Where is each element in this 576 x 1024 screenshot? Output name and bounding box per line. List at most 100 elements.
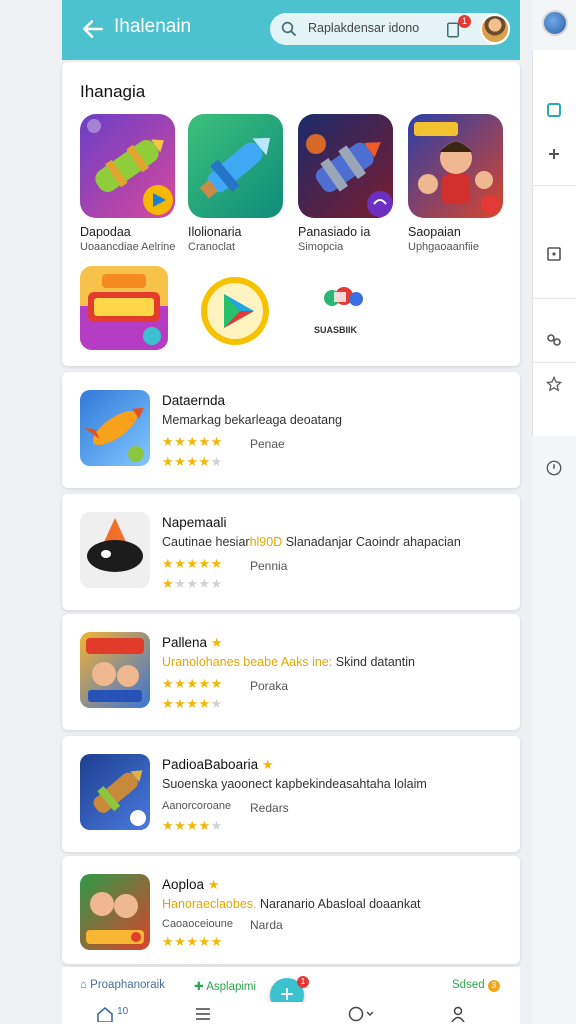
app-name: Napemaali [162, 515, 227, 530]
star-outline-icon[interactable] [532, 364, 576, 404]
star-rating: ★★★★★ [162, 434, 223, 450]
nav-profile[interactable] [450, 1006, 466, 1024]
star-empty-icon: ★ [210, 576, 223, 591]
star-empty-icon: ★ [210, 696, 223, 711]
avatar[interactable] [480, 14, 510, 44]
back-arrow-icon[interactable] [80, 16, 106, 42]
strip-link-right[interactable]: Sdsed 3 [452, 979, 500, 992]
app-description: Suoenska yaoonect kapbekindeasahtaha lol… [162, 777, 427, 791]
notification-badge: 1 [458, 15, 471, 28]
game-name: Panasiado ia [298, 225, 371, 239]
sub-star-rating: ★★★★★ [162, 576, 223, 592]
star-rating: ★★★★★ [162, 818, 223, 834]
link-icon[interactable] [532, 320, 576, 360]
nav-list[interactable] [194, 1006, 212, 1024]
game-subtitle: Uphgaoaanfiie [408, 241, 479, 253]
star-filled-icon: ★ [198, 434, 211, 449]
star-filled-icon: ★ [174, 454, 187, 469]
app-name: Pallena ★ [162, 635, 223, 650]
star-filled-icon: ★ [198, 676, 211, 691]
featured-section: Ihanagia Dapodaa Uoaancdiae Aelrine Ilol… [62, 62, 520, 366]
app-name: PadioaBaboaria ★ [162, 757, 274, 772]
app-list-item[interactable]: Dataernda Memarkag bekarleaga deoatang ★… [62, 372, 520, 488]
game-icon [80, 114, 175, 218]
info-icon[interactable] [532, 448, 576, 488]
star-rating: ★★★★★ [162, 934, 223, 950]
star-filled-icon: ★ [162, 934, 175, 949]
game-name: Saopaian [408, 225, 461, 239]
game-name: Dapodaa [80, 225, 131, 239]
star-filled-icon: ★ [186, 676, 199, 691]
star-filled-icon: ★ [162, 454, 175, 469]
app-icon [80, 874, 150, 950]
search-icon [281, 21, 296, 36]
featured-game[interactable]: Panasiado ia Simopcia [298, 114, 398, 253]
play-store-icon[interactable] [198, 276, 272, 346]
star-filled-icon: ★ [162, 676, 175, 691]
featured-game[interactable]: Saopaian Uphgaoaanfiie [408, 114, 508, 253]
star-filled-icon: ★ [186, 818, 199, 833]
square-icon[interactable] [532, 90, 576, 130]
featured-game[interactable]: Dapodaa Uoaancdiae Aelrine [80, 114, 180, 253]
app-name: Dataernda [162, 393, 226, 408]
star-empty-icon: ★ [210, 818, 223, 833]
star-filled-icon: ★ [186, 556, 199, 571]
star-empty-icon: ★ [210, 454, 223, 469]
app-list-item[interactable]: Aoploa ★ Hanoraeclaobes. Naranario Abasl… [62, 856, 520, 964]
star-filled-icon: ★ [198, 454, 211, 469]
app-list-item[interactable]: Pallena ★ Uranolohanes beabe Aaks ine: S… [62, 614, 520, 730]
brand-label: SUASBIIK [314, 325, 358, 335]
star-filled-icon: ★ [162, 434, 175, 449]
sub-star-rating: ★★★★★ [162, 696, 223, 712]
star-filled-icon: ★ [186, 934, 199, 949]
app-description: Memarkag bekarleaga deoatang [162, 413, 342, 427]
rating-label: Poraka [250, 679, 289, 693]
star-filled-icon: ★ [174, 818, 187, 833]
game-icon [408, 114, 503, 218]
star-empty-icon: ★ [186, 576, 199, 591]
rating-label: Penae [250, 437, 285, 451]
app-name: Aoploa ★ [162, 877, 220, 892]
app-description: Hanoraeclaobes. Naranario Abasloal doaan… [162, 897, 421, 911]
dice-icon[interactable] [532, 234, 576, 274]
star-filled-icon: ★ [198, 818, 211, 833]
game-subtitle: Simopcia [298, 241, 344, 253]
brand-logo[interactable]: SUASBIIK [314, 284, 370, 338]
star-empty-icon: ★ [174, 576, 187, 591]
search-bar[interactable]: Raplakdensar idono 1 [270, 13, 510, 45]
sparkle-icon[interactable] [532, 134, 576, 174]
sub-label: Aanorcoroane [162, 800, 232, 812]
star-filled-icon: ★ [198, 556, 211, 571]
nav-explore[interactable] [348, 1006, 376, 1024]
app-header: Ihalenain Raplakdensar idono 1 [62, 0, 520, 60]
featured-game[interactable]: Ilolionaria Cranoclat [188, 114, 288, 253]
game-icon [298, 114, 393, 218]
list-icon [196, 1008, 210, 1020]
strip-badge: 3 [487, 980, 500, 992]
rating-label: Narda [250, 918, 283, 932]
search-input[interactable]: Raplakdensar idono [308, 21, 419, 35]
star-filled-icon: ★ [210, 676, 223, 691]
star-filled-icon: ★ [162, 556, 175, 571]
nav-home[interactable]: 10 [96, 1006, 128, 1024]
star-filled-icon: ★ [210, 434, 223, 449]
game-icon [188, 114, 283, 218]
globe-icon[interactable] [542, 10, 568, 36]
app-list-item[interactable]: PadioaBaboaria ★ Suoenska yaoonect kapbe… [62, 736, 520, 852]
strip-link-left[interactable]: ⌂ Proaphanoraik [80, 979, 165, 991]
game-icon-tile[interactable] [80, 266, 168, 350]
app-icon [80, 390, 150, 466]
page-title: Ihalenain [114, 16, 192, 37]
app-list-item[interactable]: Napemaali Cautinae hesiarhl90D Slanadanj… [62, 494, 520, 610]
app-description: Cautinae hesiarhl90D Slanadanjar Caoindr… [162, 535, 461, 549]
star-filled-icon: ★ [174, 696, 187, 711]
star-filled-icon: ★ [210, 556, 223, 571]
featured-star-icon: ★ [210, 635, 223, 650]
strip-link-middle[interactable]: ✚ Asplapimi [194, 979, 256, 993]
rating-label: Redars [250, 801, 289, 815]
sub-label: Caoaoceioune [162, 918, 233, 930]
rating-label: Pennia [250, 559, 288, 573]
star-filled-icon: ★ [198, 934, 211, 949]
star-filled-icon: ★ [186, 434, 199, 449]
star-filled-icon: ★ [162, 576, 175, 591]
